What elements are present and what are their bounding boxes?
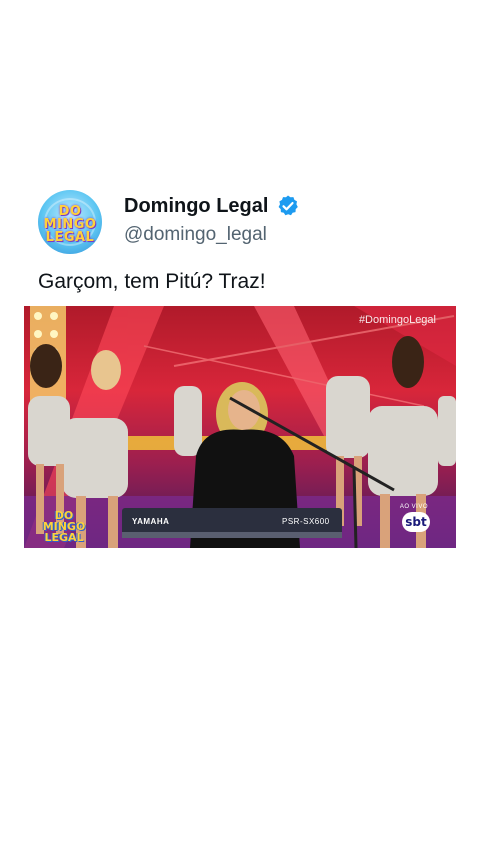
verified-badge-icon — [278, 195, 298, 216]
display-name[interactable]: Domingo Legal — [124, 194, 268, 218]
show-logo-overlay: DO MINGO LEGAL — [42, 509, 86, 544]
hashtag-overlay: #DomingoLegal — [358, 314, 436, 326]
channel-logo: sbt — [402, 512, 430, 532]
live-label: AO VIVO — [399, 504, 428, 510]
avatar-logo-text: DO MINGO LEGAL — [43, 204, 97, 245]
video-media[interactable]: #DomingoLegal AO VIVO sbt DO MINGO LEGAL… — [24, 306, 456, 548]
keyboard-model: PSR-SX600 — [282, 517, 330, 526]
handle[interactable]: @domingo_legal — [124, 224, 267, 246]
keyboard-brand: YAMAHA — [132, 517, 170, 526]
tweet-text: Garçom, tem Pitú? Traz! — [38, 270, 266, 293]
avatar[interactable]: DO MINGO LEGAL — [38, 190, 102, 254]
